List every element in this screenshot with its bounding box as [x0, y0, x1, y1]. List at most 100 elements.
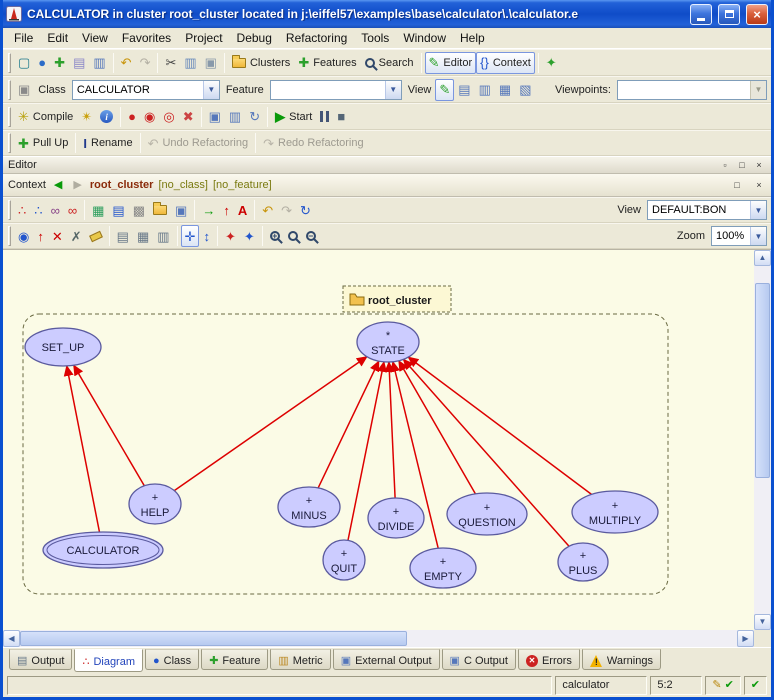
horizontal-scroll-track[interactable] [20, 630, 737, 647]
view-descendants-button[interactable]: ▧ [515, 79, 535, 101]
client-supplier-link-button[interactable]: ∞ [47, 199, 64, 221]
viewpoints-select-combobox[interactable]: ▼ [617, 80, 767, 100]
rename-button[interactable]: IRename [79, 132, 136, 154]
title-bar[interactable]: CALCULATOR in cluster root_cluster locat… [3, 0, 771, 28]
feature-select-dropdown-arrow-icon[interactable]: ▼ [385, 81, 401, 99]
vertical-scroll-track[interactable] [754, 266, 771, 614]
go-to-target-button[interactable]: → [198, 199, 219, 221]
diagram-view-select-combobox[interactable]: DEFAULT:BON▼ [647, 200, 767, 220]
context-pane-close-icon[interactable]: × [752, 179, 766, 192]
scroll-up-button[interactable]: ▲ [754, 250, 771, 266]
toggle-clusters-button[interactable]: ▤ [113, 225, 133, 247]
inheritance-link-minus-to-state[interactable] [318, 361, 379, 488]
text-labels-button[interactable]: A [234, 199, 251, 221]
viewpoints-select-dropdown-arrow-icon[interactable]: ▼ [750, 81, 766, 99]
open-file-button[interactable]: ● [34, 52, 50, 74]
diagram-redo-button[interactable]: ↷ [277, 199, 296, 221]
class-node-question[interactable]: +QUESTION [447, 493, 527, 535]
step-indicator-button[interactable]: ↻ [245, 106, 264, 128]
horizontal-scrollbar[interactable]: ◀ ▶ [3, 630, 771, 647]
print-diagram-button[interactable]: ▤ [108, 199, 128, 221]
pane-close-icon[interactable]: × [752, 159, 766, 172]
class-select-combobox[interactable]: CALCULATOR▼ [72, 80, 220, 100]
class-node-help[interactable]: +HELP [129, 484, 181, 524]
menu-tools[interactable]: Tools [354, 29, 396, 47]
class-view-button[interactable]: ∴ [14, 199, 30, 221]
menu-file[interactable]: File [7, 29, 40, 47]
history-back-button[interactable]: ◀ [51, 176, 65, 194]
depth-client-button[interactable]: ✦ [221, 225, 240, 247]
project-info-button[interactable]: i [96, 106, 117, 128]
context-tool-button[interactable]: {}Context [476, 52, 535, 74]
pane-maximize-icon[interactable]: □ [735, 159, 749, 172]
inheritance-link-tool-button[interactable]: ∞ [64, 199, 81, 221]
debug-ignore-breakpoints-button[interactable]: ◎ [159, 106, 178, 128]
history-forward-button[interactable]: ▶ [70, 176, 84, 194]
add-class-button[interactable]: ✚ [50, 52, 69, 74]
toolbar-grip[interactable] [8, 107, 11, 127]
view-editor-button[interactable]: ✎ [435, 79, 454, 101]
cluster-view-button[interactable]: ∴ [30, 199, 46, 221]
scroll-left-button[interactable]: ◀ [3, 630, 20, 647]
cluster-label-box[interactable]: root_cluster [343, 286, 451, 312]
send-to-button[interactable]: ▣ [14, 79, 34, 101]
force-directed-layout-button[interactable]: ✛ [181, 225, 200, 247]
tab-feature[interactable]: ✚Feature [201, 649, 268, 670]
zoom-out-button[interactable]: − [302, 225, 320, 247]
layout-diagram-button[interactable]: ▦ [133, 225, 153, 247]
remove-breakpoints-button[interactable]: ✖ [179, 106, 198, 128]
tab-external-output[interactable]: ▣External Output [333, 649, 440, 670]
stop-execution-button[interactable]: ■ [333, 106, 349, 128]
reset-layout-button[interactable]: ▥ [153, 225, 173, 247]
feature-select-combobox[interactable]: ▼ [270, 80, 402, 100]
maximize-button[interactable] [718, 4, 740, 25]
layout-grid-button[interactable]: ▩ [129, 199, 149, 221]
class-node-quit[interactable]: +QUIT [323, 540, 365, 580]
redo-refactoring-button[interactable]: ↷Redo Refactoring [259, 132, 368, 154]
tab-warnings[interactable]: !Warnings [582, 649, 661, 670]
toolbar-grip[interactable] [8, 226, 11, 246]
hide-item-button[interactable]: ✗ [67, 225, 86, 247]
tab-c-output[interactable]: ▣C Output [442, 649, 516, 670]
inheritance-link-divide-to-state[interactable] [389, 362, 395, 498]
external-commands-button[interactable]: ✦ [542, 52, 561, 74]
class-node-multiply[interactable]: +MULTIPLY [572, 491, 658, 533]
copy-button[interactable]: ▥ [180, 52, 200, 74]
class-node-set_up[interactable]: SET_UP [25, 328, 101, 366]
menu-help[interactable]: Help [453, 29, 492, 47]
compile-button[interactable]: ✳Compile [14, 106, 77, 128]
menu-edit[interactable]: Edit [40, 29, 75, 47]
eraser-button[interactable] [86, 225, 106, 247]
menu-debug[interactable]: Debug [230, 29, 279, 47]
zoom-select-combobox[interactable]: 100%▼ [711, 226, 767, 246]
depth-supplier-button[interactable]: ✦ [240, 225, 259, 247]
class-node-empty[interactable]: +EMPTY [410, 548, 476, 588]
menu-favorites[interactable]: Favorites [115, 29, 178, 47]
diagram-canvas[interactable]: root_clusterSET_UP*STATE+HELP+MINUS+DIVI… [3, 250, 754, 630]
class-node-plus[interactable]: +PLUS [558, 543, 608, 581]
pane-float-icon[interactable]: ▫ [718, 159, 732, 172]
menu-window[interactable]: Window [396, 29, 453, 47]
tab-output[interactable]: ▤Output [9, 649, 72, 670]
menu-view[interactable]: View [75, 29, 115, 47]
diagram-undo-button[interactable]: ↶ [258, 199, 277, 221]
redo-button[interactable]: ↷ [136, 52, 155, 74]
watch-tool-button[interactable]: ▥ [225, 106, 245, 128]
class-node-state[interactable]: *STATE [357, 322, 419, 362]
view-clickable-button[interactable]: ▥ [475, 79, 495, 101]
toolbar-grip[interactable] [8, 133, 11, 153]
cut-button[interactable]: ✂ [161, 52, 180, 74]
freeze-button[interactable]: ✴ [77, 106, 96, 128]
inheritance-link-help-to-state[interactable] [174, 357, 367, 491]
editor-pane-header[interactable]: Editor ▫ □ × [3, 156, 771, 174]
menu-refactoring[interactable]: Refactoring [279, 29, 354, 47]
inheritance-link-calculator-to-set_up[interactable] [67, 366, 100, 532]
paste-button[interactable]: ▣ [201, 52, 221, 74]
toolbar-grip[interactable] [8, 80, 11, 100]
tab-errors[interactable]: ✕Errors [518, 649, 580, 670]
zoom-select-dropdown-arrow-icon[interactable]: ▼ [750, 227, 766, 245]
horizontal-scroll-thumb[interactable] [20, 631, 407, 646]
start-button[interactable]: ▶Start [271, 106, 316, 128]
zoom-fit-button[interactable] [284, 225, 302, 247]
view-interface-button[interactable]: ▦ [495, 79, 515, 101]
